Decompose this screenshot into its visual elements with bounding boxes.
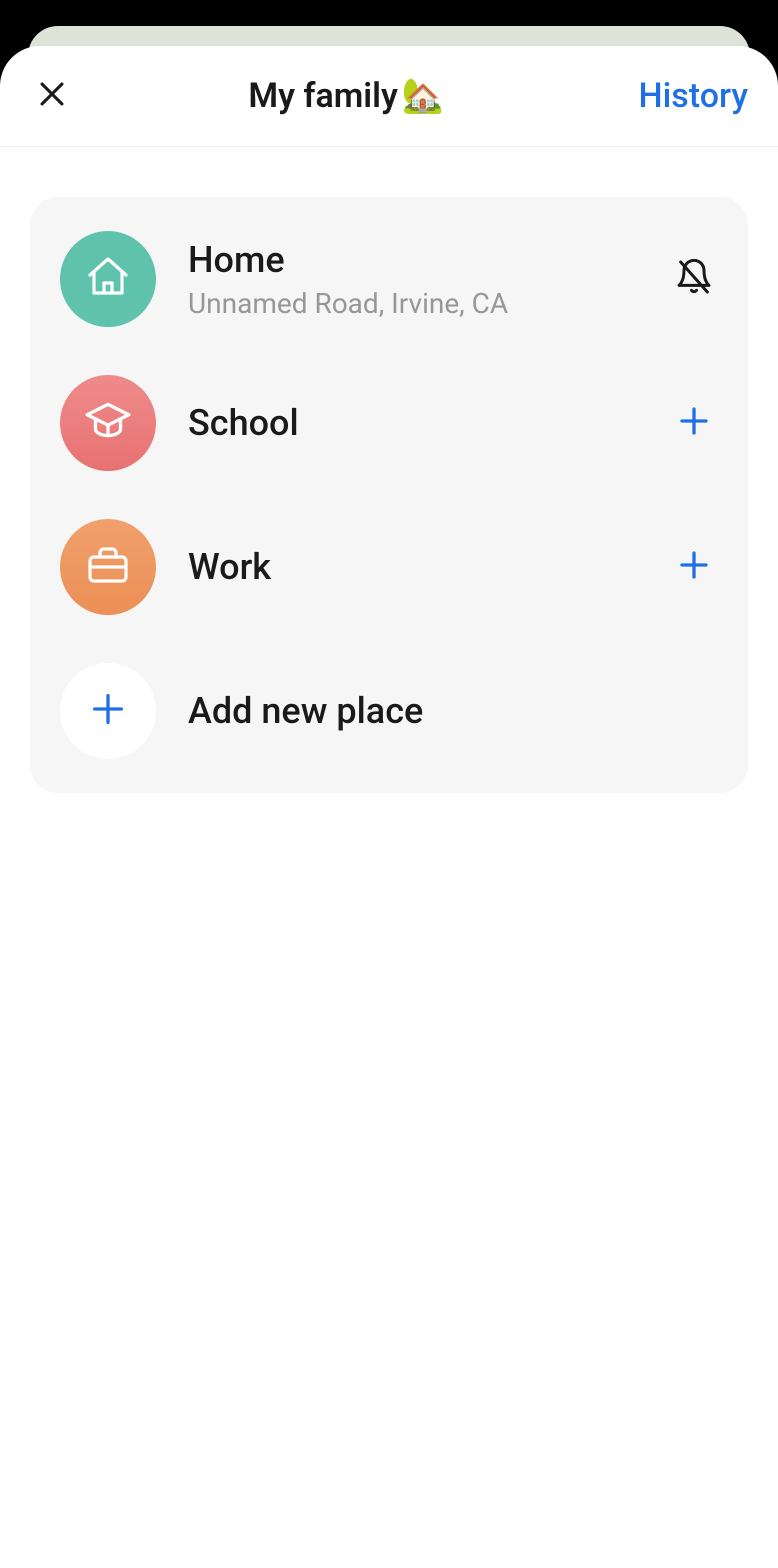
place-row-labels: Home Unnamed Road, Irvine, CA [188, 239, 670, 320]
notifications-off-button[interactable] [670, 255, 718, 303]
history-button[interactable]: History [639, 76, 748, 116]
school-icon-circle [60, 375, 156, 471]
sheet-title: My family [248, 76, 398, 116]
place-title: Home [188, 239, 670, 281]
place-row-school[interactable]: School [30, 351, 748, 495]
place-row-labels: Work [188, 546, 670, 588]
briefcase-icon [84, 541, 132, 593]
sheet-title-emoji: 🏡 [402, 76, 444, 116]
plus-icon [88, 689, 128, 733]
sheet-header: My family 🏡 History [0, 46, 778, 147]
plus-icon [676, 547, 712, 587]
house-icon [84, 253, 132, 305]
add-new-icon-circle [60, 663, 156, 759]
place-title: Work [188, 546, 670, 588]
sheet-content: Home Unnamed Road, Irvine, CA [0, 147, 778, 793]
place-row-labels: Add new place [188, 690, 718, 732]
place-title: School [188, 402, 670, 444]
places-card: Home Unnamed Road, Irvine, CA [30, 197, 748, 793]
plus-icon [676, 403, 712, 443]
home-icon-circle [60, 231, 156, 327]
places-sheet: My family 🏡 History Home [0, 46, 778, 1568]
bell-off-icon [674, 257, 714, 301]
add-new-place-label: Add new place [188, 690, 718, 732]
place-row-home[interactable]: Home Unnamed Road, Irvine, CA [30, 207, 748, 351]
graduation-cap-icon [83, 396, 133, 450]
work-icon-circle [60, 519, 156, 615]
place-row-work[interactable]: Work [30, 495, 748, 639]
place-address: Unnamed Road, Irvine, CA [188, 287, 670, 320]
sheet-title-wrap: My family 🏡 [54, 76, 639, 116]
add-new-place-row[interactable]: Add new place [30, 639, 748, 783]
place-row-labels: School [188, 402, 670, 444]
add-school-button[interactable] [670, 399, 718, 447]
add-work-button[interactable] [670, 543, 718, 591]
